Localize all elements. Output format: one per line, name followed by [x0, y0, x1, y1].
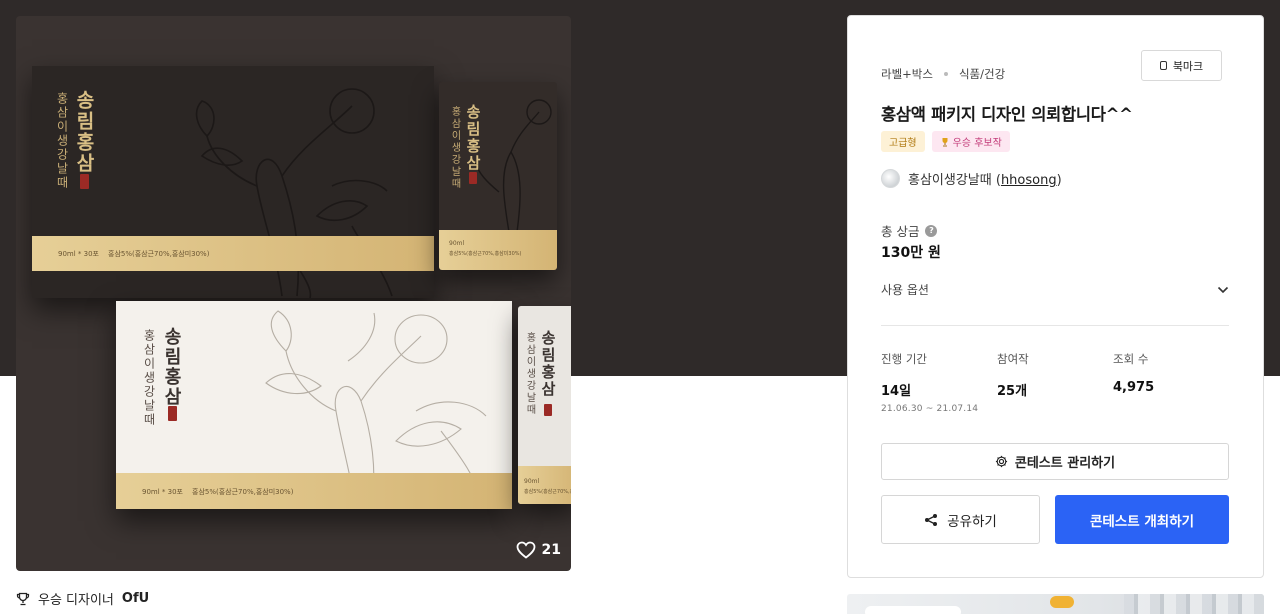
stat-period-range: 21.06.30 ~ 21.07.14 — [881, 404, 979, 414]
stat-period: 진행 기간 14일 21.06.30 ~ 21.07.14 — [881, 351, 978, 414]
gear-icon — [995, 455, 1007, 468]
host-handle-close: ) — [1056, 173, 1062, 188]
promo-image — [1124, 594, 1264, 614]
brand-subtitle: 홍삼이생강날때 — [55, 92, 69, 190]
brand-title: 송림홍삼 — [161, 327, 182, 407]
red-seal — [469, 172, 477, 184]
host-handle[interactable]: hhosong — [1001, 173, 1057, 188]
gold-band — [518, 466, 571, 504]
prize-value: 130만 원 — [881, 245, 941, 261]
package-box-light: 송림홍삼 홍삼이생강날때 90ml * 30포 홍삼5%(홍삼근70%,홍삼미3… — [116, 301, 512, 509]
band-volume: 90ml * 30포 — [58, 250, 99, 258]
stat-entries-label: 참여작 — [997, 352, 1029, 366]
prize-label: 총 상금 ? — [881, 221, 938, 240]
bookmark-button[interactable]: 북마크 — [1141, 50, 1222, 81]
promo-banner[interactable] — [847, 594, 1264, 614]
prize-label-text: 총 상금 — [881, 224, 920, 239]
category-primary[interactable]: 라벨+박스 — [881, 66, 933, 82]
brand-title: 송림홍삼 — [73, 90, 95, 174]
stat-entries: 참여작 25개 — [997, 351, 1029, 399]
chevron-down-icon — [1217, 286, 1229, 293]
badge-row: 고급형 우승 후보작 — [881, 131, 1010, 152]
host-info[interactable]: 홍삼이생강날때 (hhosong) — [881, 169, 1062, 188]
tier-badge: 고급형 — [881, 131, 925, 152]
winner-designer[interactable]: OfU — [122, 591, 149, 606]
pouch-brand-title: 송림홍삼 — [464, 104, 482, 172]
promo-pill — [865, 606, 961, 614]
pouch-band-volume: 90ml — [449, 240, 465, 247]
pouch-brand-subtitle: 홍삼이생강날때 — [449, 106, 460, 190]
brand-subtitle: 홍삼이생강날때 — [142, 329, 156, 427]
host-contest-button[interactable]: 콘테스트 개최하기 — [1055, 495, 1229, 544]
red-seal — [544, 404, 552, 416]
stat-views: 조회 수 4,975 — [1113, 351, 1154, 395]
pouch-dark: 송림홍삼 홍삼이생강날때 90ml 홍삼5%(홍삼근70%,홍삼미30%) — [439, 82, 557, 270]
bookmark-icon — [1159, 61, 1167, 70]
entry-image[interactable]: 송림홍삼 홍삼이생강날때 90ml * 30포 홍삼5%(홍삼근70%,홍삼미3… — [16, 16, 571, 571]
avatar — [881, 169, 900, 188]
like-count: 21 — [541, 542, 561, 558]
share-button[interactable]: 공유하기 — [881, 495, 1040, 544]
stat-period-label: 진행 기간 — [881, 352, 927, 366]
winner-prefix: 우승 디자이너 — [38, 593, 114, 608]
pouch-light: 송림홍삼 홍삼이생강날때 90ml 홍삼5%(홍삼근70%,홍삼미30%) — [518, 306, 571, 504]
stat-entries-value: 25개 — [997, 384, 1028, 399]
pouch-brand-title: 송림홍삼 — [539, 330, 557, 398]
pouch-brand-subtitle: 홍삼이생강날때 — [524, 332, 535, 416]
contest-title: 홍삼액 패키지 디자인 의뢰합니다^^ — [881, 105, 1133, 124]
options-dropdown[interactable]: 사용 옵션 — [881, 281, 1229, 298]
red-seal — [168, 406, 177, 421]
options-label: 사용 옵션 — [881, 283, 929, 297]
stat-views-label: 조회 수 — [1113, 352, 1149, 366]
help-icon[interactable]: ? — [925, 224, 938, 237]
trophy-icon — [942, 137, 948, 147]
pouch-band-volume: 90ml — [524, 478, 540, 485]
contest-info-panel: 라벨+박스 식품/건강 북마크 홍삼액 패키지 디자인 의뢰합니다^^ 고급형 … — [847, 15, 1264, 578]
divider — [881, 325, 1229, 326]
red-seal — [80, 174, 89, 189]
breadcrumb-separator — [943, 72, 948, 76]
bookmark-label: 북마크 — [1172, 59, 1204, 73]
trophy-icon — [16, 592, 30, 605]
manage-contest-button[interactable]: 콘테스트 관리하기 — [881, 443, 1229, 480]
status-badge-label: 우승 후보작 — [952, 138, 1002, 149]
like-button[interactable]: 21 — [516, 541, 561, 559]
host-name: 홍삼이생강날때 ( — [908, 173, 1001, 188]
manage-contest-label: 콘테스트 관리하기 — [1014, 456, 1116, 471]
heart-icon — [516, 541, 535, 559]
winner-caption: 우승 디자이너 OfU — [16, 589, 149, 608]
share-icon — [925, 513, 938, 526]
band-ingredients: 홍삼5%(홍삼근70%,홍삼미30%) — [192, 488, 294, 496]
status-badge: 우승 후보작 — [931, 131, 1010, 152]
category-secondary[interactable]: 식품/건강 — [959, 66, 1005, 82]
band-volume: 90ml * 30포 — [142, 488, 183, 496]
pouch-band-ingredients: 홍삼5%(홍삼근70%,홍삼미30%) — [449, 251, 522, 257]
stat-views-value: 4,975 — [1113, 380, 1155, 395]
promo-graphic — [1050, 596, 1074, 608]
pouch-band-ingredients: 홍삼5%(홍삼근70%,홍삼미30%) — [524, 489, 571, 495]
share-label: 공유하기 — [947, 513, 997, 530]
stat-period-value: 14일 — [881, 384, 912, 399]
breadcrumb: 라벨+박스 식품/건강 — [881, 66, 1005, 82]
band-ingredients: 홍삼5%(홍삼근70%,홍삼미30%) — [108, 250, 210, 258]
package-box-dark: 송림홍삼 홍삼이생강날때 90ml * 30포 홍삼5%(홍삼근70%,홍삼미3… — [32, 66, 434, 298]
